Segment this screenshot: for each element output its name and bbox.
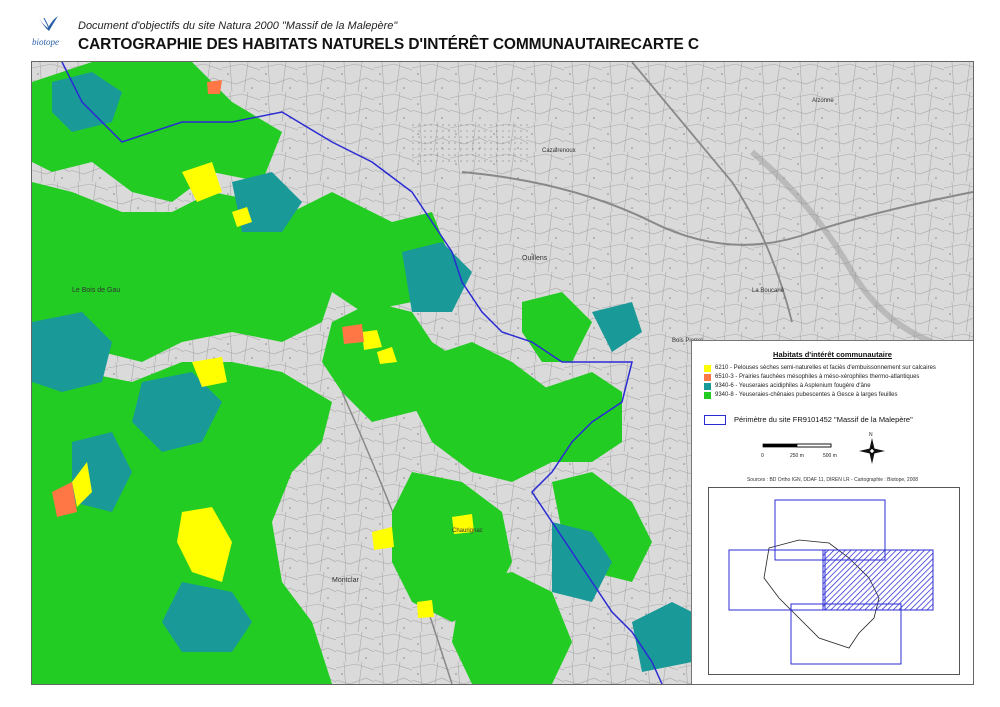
place-label: La Boucarié [752, 288, 785, 294]
legend-label: 9340-8 - Yeuseraies-chênaies pubescentes… [715, 392, 898, 398]
legend-swatch [704, 392, 711, 399]
place-label: Montclar [332, 577, 360, 584]
legend-swatch [704, 383, 711, 390]
sources-text: Sources : BD Ortho IGN, DDAF 11, DIREN L… [746, 477, 919, 483]
map-title: CARTOGRAPHIE DES HABITATS NATURELS D'INT… [78, 36, 699, 53]
habitat-map[interactable]: Le Bois de Gau Ouillens Montclar Cazalre… [31, 61, 974, 685]
place-label: Ouillens [522, 255, 548, 262]
perimeter-label: Périmètre du site FR9101452 "Massif de l… [734, 415, 913, 424]
scale-bar: 0 250 m 500 m [757, 436, 867, 466]
legend-label: 6510-3 - Prairies fauchées mésophiles à … [715, 374, 920, 380]
north-arrow-icon: N [857, 429, 887, 469]
scale-tick: 500 m [823, 453, 837, 459]
place-label: Alzonne [812, 98, 834, 104]
scale-tick: 0 [761, 453, 764, 459]
legend-swatch [704, 374, 711, 381]
logo-text: biotope [32, 37, 59, 47]
perimeter-swatch [704, 415, 726, 425]
place-label: Le Bois de Gau [72, 287, 120, 294]
place-label: Cazalrenoux [542, 148, 576, 154]
north-label: N [869, 432, 873, 438]
scale-tick: 250 m [790, 453, 804, 459]
document-subtitle: Document d'objectifs du site Natura 2000… [78, 20, 398, 32]
legend-label: 9340-6 - Yeuseraies acidiphiles à Asplen… [715, 383, 871, 389]
legend-swatch [704, 365, 711, 372]
overview-map [708, 487, 960, 675]
legend-title: Habitats d'intérêt communautaire [773, 350, 892, 359]
place-label: Chaurignac [452, 528, 483, 534]
legend-label: 6210 - Pelouses sèches semi-naturelles e… [715, 365, 936, 371]
biotope-logo: biotope [28, 12, 70, 50]
legend-panel: Habitats d'intérêt communautaire 6210 - … [691, 340, 973, 684]
